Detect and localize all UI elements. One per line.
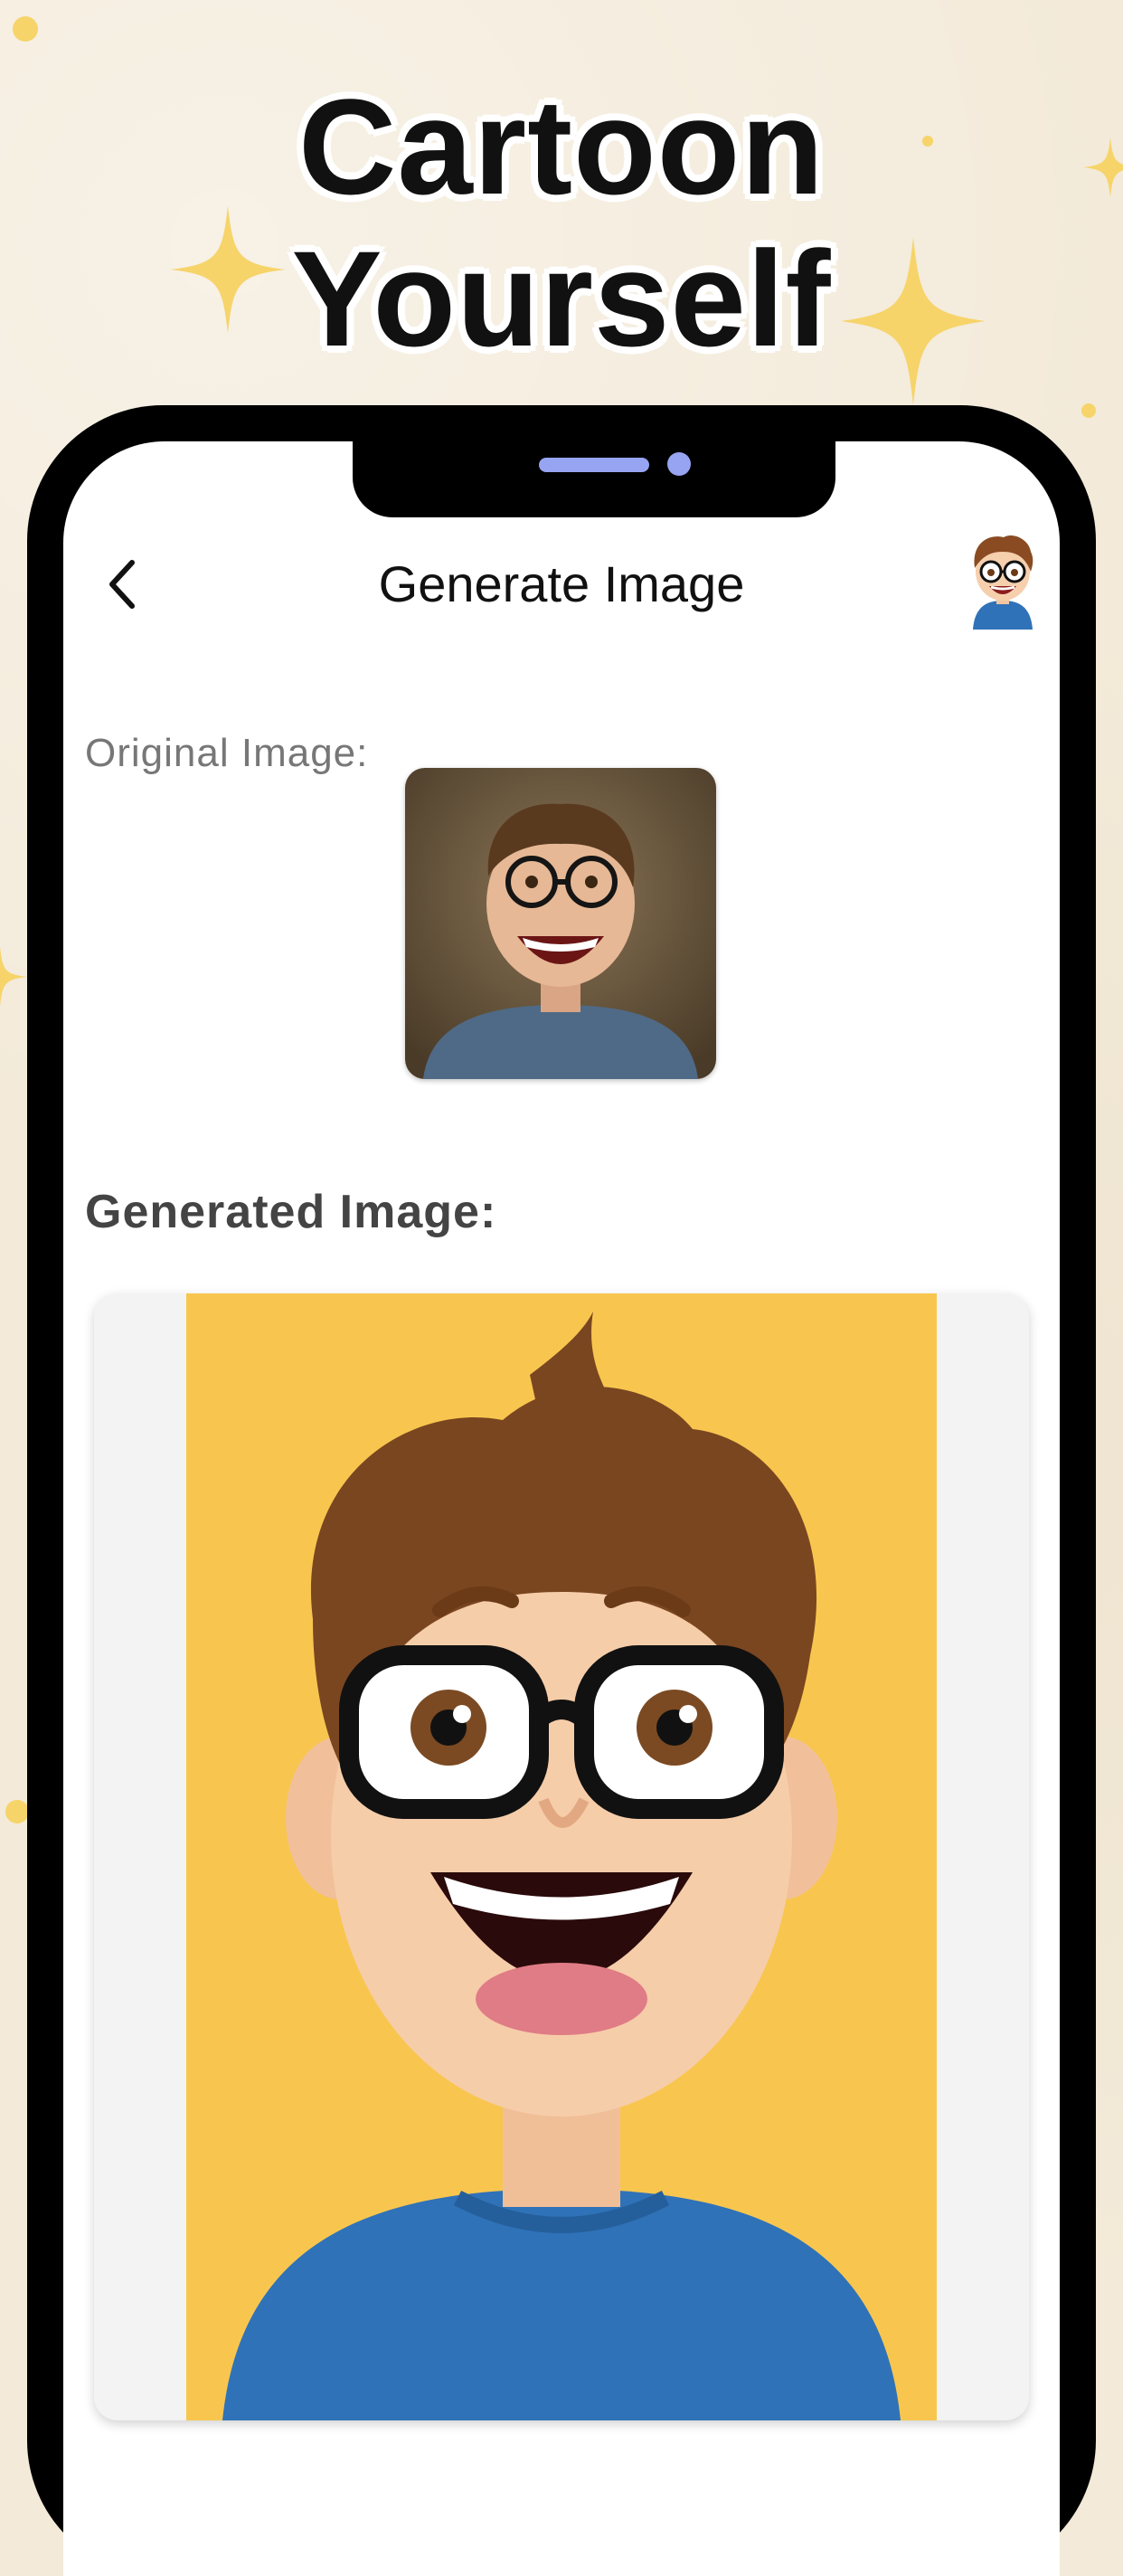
cartoon-avatar-icon[interactable] [962,530,1043,630]
decor-dot [1081,403,1096,418]
headline: Cartoon Yourself [0,71,1123,374]
generated-image [186,1293,937,2420]
generated-image-card[interactable] [94,1293,1029,2420]
phone-screen: Generate Image Original Image: Generated… [63,441,1060,2576]
headline-line-2: Yourself [291,223,832,374]
page-title: Generate Image [378,555,745,612]
notch [353,441,835,517]
camera-dot [667,452,691,476]
decor-dot [13,16,38,42]
headline-line-1: Cartoon [298,71,825,223]
generated-image-label: Generated Image: [85,1186,497,1238]
phone-frame: Generate Image Original Image: Generated… [27,405,1096,2576]
sparkle-icon [0,947,27,1007]
dynamic-island-bar [539,458,649,472]
original-photo[interactable] [405,768,716,1079]
original-image-label: Original Image: [85,731,369,775]
decor-dot [5,1800,29,1823]
original-photo-art [405,768,716,1079]
